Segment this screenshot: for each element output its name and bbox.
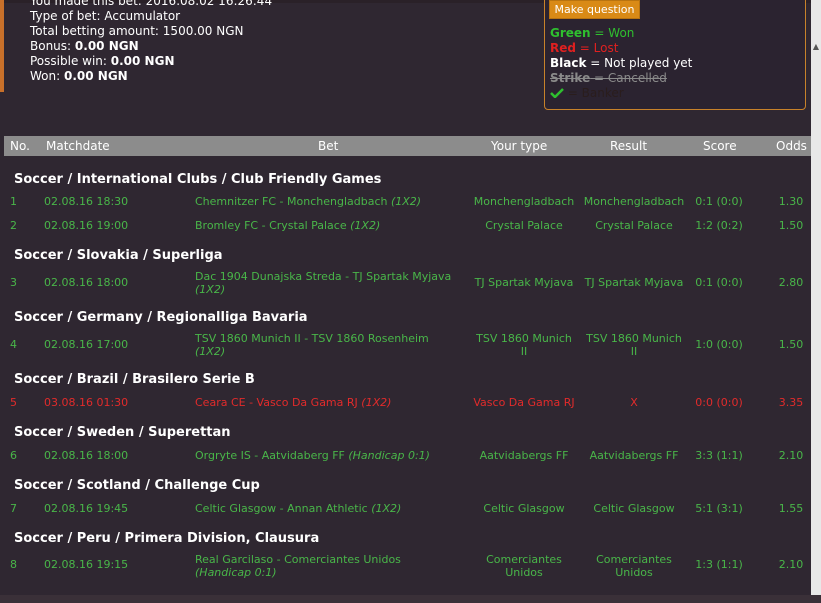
left-edge-accent: [0, 0, 4, 92]
bet-info: You made this bet: 2016.08.02 16:26:44 T…: [30, 0, 272, 84]
legend-cancelled: Strike = Cancelled: [550, 71, 667, 85]
group-header: Soccer / Sweden / Superettan: [14, 425, 231, 440]
group-header: Soccer / Slovakia / Superliga: [14, 248, 223, 263]
bet-made-row: You made this bet: 2016.08.02 16:26:44: [30, 0, 273, 8]
col-no: No.: [10, 139, 30, 153]
make-question-button[interactable]: Make question: [549, 0, 640, 19]
col-matchdate: Matchdate: [46, 139, 110, 153]
bet-won-row: Won: 0.00 NGN: [30, 69, 128, 83]
legend-not-played: Black = Not played yet: [550, 56, 693, 70]
bet-total-row: Total betting amount: 1500.00 NGN: [30, 24, 244, 38]
status-legend: Green = Won Red = Lost Black = Not playe…: [550, 26, 692, 101]
scroll-up-arrow-icon[interactable]: ▲: [811, 40, 821, 54]
checkmark-icon: [550, 88, 564, 98]
bottom-border: [0, 595, 821, 603]
group-header: Soccer / Brazil / Brasilero Serie B: [14, 372, 255, 387]
bet-table: No. Matchdate Bet Your type Result Score…: [4, 136, 811, 603]
bet-possible-win-row: Possible win: 0.00 NGN: [30, 54, 175, 68]
legend-lost: Red = Lost: [550, 41, 619, 55]
bet-type-row: Type of bet: Accumulator: [30, 9, 181, 23]
table-header: No. Matchdate Bet Your type Result Score…: [4, 136, 811, 156]
scrollbar[interactable]: [811, 0, 821, 603]
col-your-type: Your type: [491, 139, 548, 153]
group-header: Soccer / Scotland / Challenge Cup: [14, 478, 260, 493]
group-header: Soccer / Peru / Primera Division, Clausu…: [14, 531, 320, 546]
group-header: Soccer / Germany / Regionalliga Bavaria: [14, 310, 308, 325]
col-bet: Bet: [318, 139, 339, 153]
legend-banker: = Banker: [550, 86, 692, 101]
col-odds: Odds: [776, 139, 807, 153]
legend-won: Green = Won: [550, 26, 635, 40]
group-header: Soccer / International Clubs / Club Frie…: [14, 172, 382, 187]
bet-bonus-row: Bonus: 0.00 NGN: [30, 39, 139, 53]
col-score: Score: [703, 139, 737, 153]
col-result: Result: [610, 139, 648, 153]
